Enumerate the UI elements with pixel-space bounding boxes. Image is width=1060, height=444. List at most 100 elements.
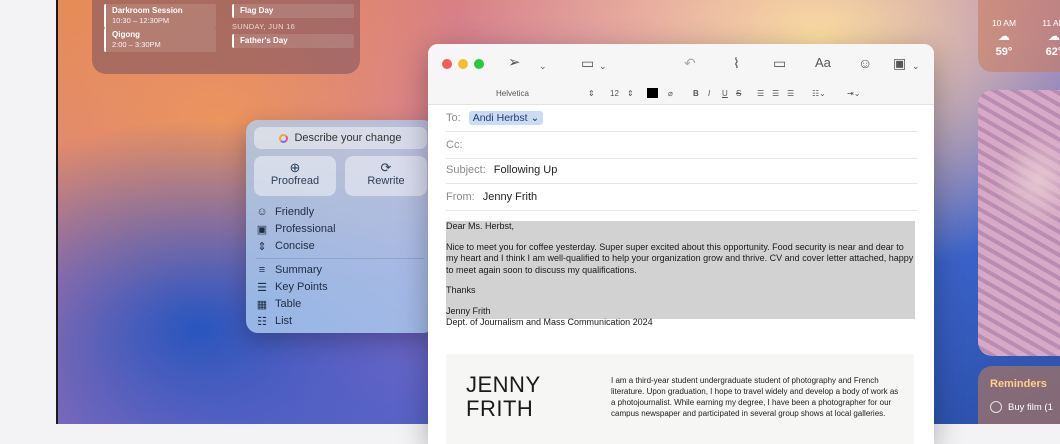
align-center-icon[interactable]: ☰ (772, 89, 779, 98)
calendar-event[interactable]: Flag Day (232, 4, 354, 18)
event-title: Father's Day (240, 36, 288, 45)
compress-icon: ⇕ (257, 240, 267, 253)
resume-name-line: JENNY (466, 372, 541, 397)
header-fields-chevron-icon[interactable]: ⌄ (599, 58, 607, 74)
describe-change-placeholder: Describe your change (294, 132, 402, 144)
menu-item-label: Concise (275, 240, 315, 252)
recipient-token[interactable]: Andi Herbst ⌄ (468, 111, 544, 125)
align-left-icon[interactable]: ☰ (757, 89, 764, 98)
from-value[interactable]: Jenny Frith (483, 191, 537, 203)
resume-name: JENNY FRITH (466, 373, 541, 421)
body-paragraph: Nice to meet you for coffee yesterday. S… (446, 241, 914, 275)
menu-item-key-points[interactable]: ☰ Key Points (256, 279, 328, 295)
forecast-temp: 62° (1045, 46, 1060, 58)
italic-button[interactable]: I (708, 89, 710, 98)
indent-icon[interactable]: ⇥⌄ (847, 89, 860, 98)
minimize-window-button[interactable] (458, 59, 468, 69)
menu-item-list[interactable]: ☷ List (256, 313, 292, 329)
reminders-widget[interactable]: Reminders Buy film (1 (978, 366, 1060, 424)
menu-divider (256, 258, 424, 259)
subject-value[interactable]: Following Up (494, 164, 558, 176)
calendar-widget[interactable]: Darkroom Session 10:30 – 12:30PM Qigong … (92, 0, 360, 74)
forecast-hour: 10 AM ☁ 59° (984, 18, 1024, 58)
event-time: 2:00 – 3:30PM (112, 40, 161, 49)
photo-chevron-icon[interactable]: ⌄ (912, 58, 920, 74)
paperclip-icon[interactable]: ⌇ (733, 55, 740, 71)
reminder-item[interactable]: Buy film (1 (990, 401, 1053, 413)
to-label: To: (446, 112, 461, 124)
menu-item-label: Friendly (275, 206, 315, 218)
font-select-chevron-icon[interactable]: ⇕ (588, 89, 595, 98)
calendar-event[interactable]: Father's Day (232, 34, 354, 48)
rewrite-button[interactable]: ⟳ Rewrite (345, 156, 427, 196)
smiley-icon: ☺ (256, 206, 268, 218)
partly-cloudy-icon: ☁ (1048, 29, 1060, 43)
calendar-event[interactable]: Qigong 2:00 – 3:30PM (104, 28, 216, 52)
resume-name-line: FRITH (466, 396, 534, 421)
subject-field[interactable]: Subject: Following Up (446, 157, 918, 184)
forecast-time: 11 AM (1042, 18, 1060, 28)
compose-toolbar: ➢ ⌄ ▭ ⌄ ↶ ⌇ ▭ Aa ☺ ▣ ⌄ (428, 44, 934, 84)
rewrite-icon: ⟳ (380, 160, 392, 175)
resume-bio: I am a third-year student undergraduate … (611, 376, 899, 418)
subject-label: Subject: (446, 164, 486, 176)
event-title: Darkroom Session (112, 6, 183, 15)
font-family-select[interactable]: Helvetica (496, 89, 529, 98)
signature-department: Dept. of Journalism and Mass Communicati… (446, 317, 653, 327)
forecast-time: 10 AM (991, 18, 1017, 28)
from-label: From: (446, 191, 475, 203)
signature-name: Jenny Frith (446, 305, 491, 316)
header-fields-icon[interactable]: ▭ (581, 55, 594, 71)
list-style-icon[interactable]: ☷⌄ (812, 89, 826, 98)
menu-item-label: Table (275, 298, 302, 310)
cc-field[interactable]: Cc: (446, 132, 918, 159)
strikethrough-button[interactable]: S (736, 89, 741, 98)
align-right-icon[interactable]: ☰ (787, 89, 794, 98)
paper-plane-icon[interactable]: ➢ (508, 55, 521, 71)
attachment-browser-icon[interactable]: ▭ (773, 55, 786, 71)
body-closing: Thanks (446, 285, 476, 295)
bold-button[interactable]: B (693, 89, 699, 98)
menu-item-concise[interactable]: ⇕ Concise (256, 238, 315, 254)
close-window-button[interactable] (442, 59, 452, 69)
briefcase-icon: ▣ (256, 223, 268, 236)
summary-icon: ≡ (258, 264, 266, 276)
key-points-icon: ☰ (257, 281, 267, 294)
to-field[interactable]: To: Andi Herbst ⌄ (446, 105, 918, 132)
send-options-chevron-icon[interactable]: ⌄ (539, 58, 547, 74)
recipient-name: Andi Herbst (472, 112, 528, 124)
smiley-icon[interactable]: ☺ (858, 55, 872, 71)
reminder-checkbox[interactable] (990, 401, 1002, 413)
calendar-event[interactable]: Darkroom Session 10:30 – 12:30PM (104, 4, 216, 28)
reminder-label: Buy film (1 (1008, 401, 1053, 413)
rewrite-label: Rewrite (367, 175, 405, 187)
list-icon: ☷ (257, 315, 267, 328)
partly-cloudy-icon: ☁ (998, 29, 1010, 43)
photo-widget[interactable] (978, 90, 1060, 356)
menu-item-table[interactable]: ▦ Table (256, 296, 302, 312)
format-bar: Helvetica ⇕ 12 ⇕ ⌀ B I U S ☰ ☰ ☰ ☷⌄ ⇥⌄ (428, 84, 934, 105)
underline-button[interactable]: U (722, 89, 728, 98)
highlight-color-icon[interactable]: ⌀ (668, 89, 673, 98)
menu-item-professional[interactable]: ▣ Professional (256, 221, 336, 237)
event-title: Qigong (112, 30, 140, 39)
forecast-hour: 11 AM ☁ 62° (1034, 18, 1060, 58)
message-body[interactable]: Dear Ms. Herbst, Nice to meet you for co… (446, 221, 916, 329)
table-icon: ▦ (256, 298, 268, 311)
proofread-button[interactable]: ⊕ Proofread (254, 156, 336, 196)
font-size-select[interactable]: 12 (610, 89, 619, 98)
menu-item-label: Key Points (275, 281, 328, 293)
menu-item-friendly[interactable]: ☺ Friendly (256, 204, 314, 220)
format-button[interactable]: Aa (815, 55, 831, 71)
size-select-chevron-icon[interactable]: ⇕ (627, 89, 634, 98)
menu-item-summary[interactable]: ≡ Summary (256, 262, 322, 278)
zoom-window-button[interactable] (474, 59, 484, 69)
from-field[interactable]: From: Jenny Frith (446, 184, 918, 211)
cc-label: Cc: (446, 139, 463, 151)
describe-change-input[interactable]: Describe your change (254, 127, 427, 149)
text-color-swatch[interactable] (647, 88, 658, 98)
photo-browser-icon[interactable]: ▣ (893, 55, 906, 71)
proofread-label: Proofread (270, 175, 320, 187)
reply-arrow-icon[interactable]: ↶ (684, 55, 696, 71)
weather-widget[interactable]: 10 AM ☁ 59° 11 AM ☁ 62° (978, 0, 1060, 72)
